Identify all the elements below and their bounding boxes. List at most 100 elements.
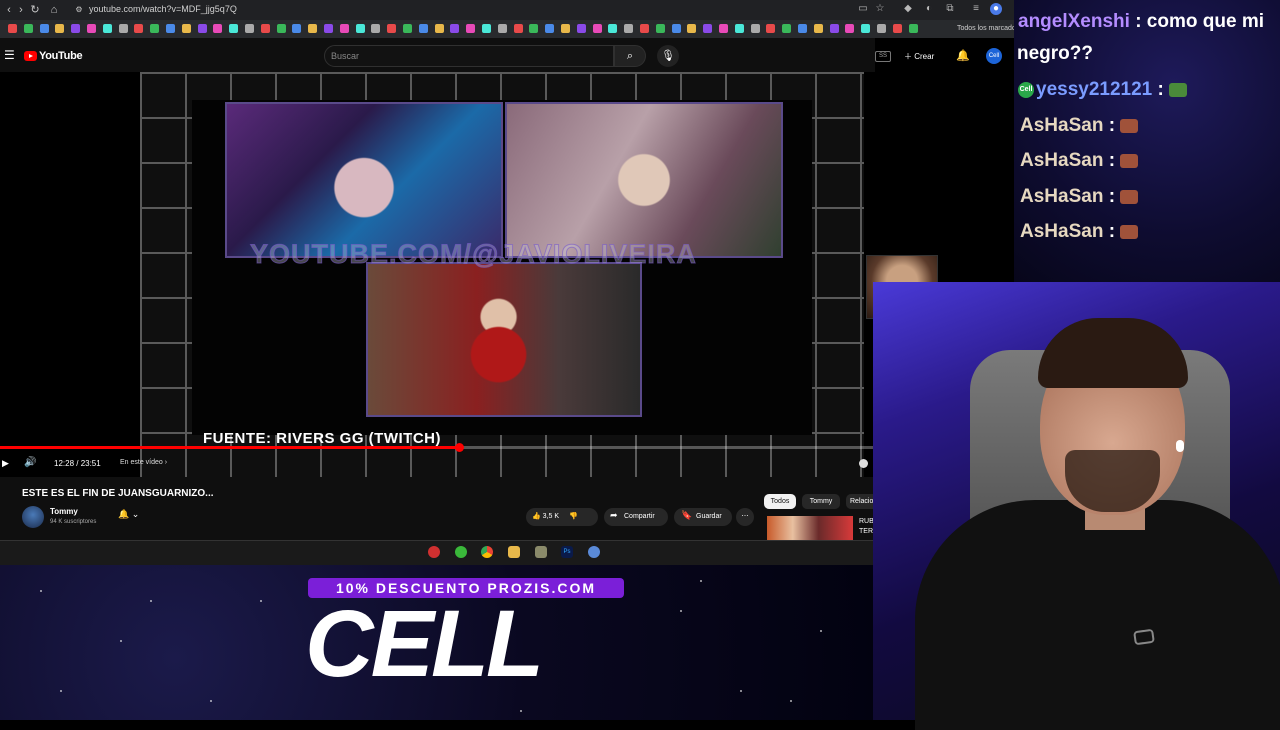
bookmark-favicon-icon[interactable] [908, 24, 918, 33]
bookmark-favicon-icon[interactable] [892, 24, 902, 33]
bookmark-favicon-icon[interactable] [213, 24, 223, 33]
extension-icon[interactable]: ◆ [902, 3, 914, 15]
taskbar-app-icon[interactable] [588, 546, 600, 558]
cast-icon[interactable]: SS [875, 51, 891, 62]
bookmark-favicon-icon[interactable] [229, 24, 239, 33]
folder-taskbar-icon[interactable] [508, 546, 520, 558]
bookmark-favicon-icon[interactable] [87, 24, 96, 33]
bookmark-favicon-icon[interactable] [750, 24, 760, 33]
bookmark-favicon-icon[interactable] [482, 24, 491, 33]
bookmark-favicon-icon[interactable] [339, 24, 349, 33]
progress-bar[interactable] [0, 443, 875, 452]
bookmark-favicon-icon[interactable] [371, 24, 381, 33]
thumbs-up-icon[interactable]: 👍 [532, 513, 541, 520]
bookmark-favicon-icon[interactable] [418, 24, 428, 33]
bookmark-favicon-icon[interactable] [608, 24, 618, 33]
bookmark-favicon-icon[interactable] [276, 24, 286, 33]
bookmark-favicon-icon[interactable] [450, 24, 460, 33]
site-info-icon[interactable]: ⚙ [72, 3, 86, 17]
chip-related[interactable]: Relacio [846, 494, 874, 509]
bookmark-favicon-icon[interactable] [655, 24, 665, 33]
thumbs-down-icon[interactable]: 👎 [569, 513, 578, 520]
bookmark-favicon-icon[interactable] [592, 24, 602, 33]
bookmark-favicon-icon[interactable] [545, 24, 555, 33]
bookmark-favicon-icon[interactable] [8, 24, 17, 33]
bookmark-favicon-icon[interactable] [181, 24, 191, 33]
profile-icon[interactable]: ● [990, 3, 1002, 15]
bookmark-favicon-icon[interactable] [813, 24, 823, 33]
user-avatar[interactable]: Cell [986, 48, 1002, 64]
bookmark-favicon-icon[interactable] [292, 24, 302, 33]
bookmark-favicon-icon[interactable] [719, 24, 728, 33]
bookmark-favicon-icon[interactable] [466, 24, 476, 33]
bookmark-favicon-icon[interactable] [529, 24, 539, 33]
bookmark-favicon-icon[interactable] [829, 24, 839, 33]
voice-search-button[interactable]: 🎙 [657, 45, 679, 67]
bookmark-favicon-icon[interactable] [782, 24, 792, 33]
bookmark-favicon-icon[interactable] [513, 24, 523, 33]
extensions-puzzle-icon[interactable]: ⧉ [944, 3, 956, 15]
chip-all[interactable]: Todos [764, 494, 796, 509]
reload-icon[interactable]: ↻ [28, 3, 42, 17]
bookmark-favicon-icon[interactable] [134, 24, 144, 33]
create-button[interactable]: ＋ Crear [904, 51, 934, 62]
bookmark-favicon-icon[interactable] [497, 24, 507, 33]
bookmark-favicon-icon[interactable] [703, 24, 713, 33]
bookmark-favicon-icon[interactable] [877, 24, 886, 33]
bookmark-favicon-icon[interactable] [434, 24, 444, 33]
search-input[interactable] [324, 45, 614, 67]
bookmark-favicon-icon[interactable] [150, 24, 160, 33]
menu-list-icon[interactable]: ≡ [970, 3, 982, 15]
progress-scrubber[interactable] [454, 443, 464, 452]
bookmark-favicon-icon[interactable] [118, 24, 128, 33]
hamburger-menu-icon[interactable]: ☰ [4, 48, 15, 62]
bookmark-favicon-icon[interactable] [624, 24, 634, 33]
bookmark-favicon-icon[interactable] [308, 24, 318, 33]
more-actions-button[interactable]: ⋯ [736, 508, 754, 526]
chapter-button[interactable]: En este vídeo › [120, 459, 167, 466]
bookmark-favicon-icon[interactable] [39, 24, 49, 33]
recommendation-title[interactable]: RUB TER [859, 517, 874, 537]
volume-icon[interactable]: 🔊 [24, 457, 36, 468]
play-icon[interactable]: ▶ [2, 458, 9, 469]
search-button[interactable]: ⌕ [614, 45, 646, 67]
taskbar-app-icon[interactable] [535, 546, 547, 558]
autoplay-toggle[interactable] [859, 459, 868, 468]
taskbar-app-icon[interactable] [455, 546, 467, 558]
extension-icon[interactable]: ◐ [923, 3, 935, 15]
bookmark-favicon-icon[interactable] [640, 24, 649, 33]
bookmark-favicon-icon[interactable] [766, 24, 776, 33]
bookmark-favicon-icon[interactable] [166, 24, 175, 33]
bookmark-favicon-icon[interactable] [197, 24, 207, 33]
channel-avatar[interactable] [22, 506, 44, 528]
taskbar-app-icon[interactable] [428, 546, 440, 558]
bookmark-favicon-icon[interactable] [671, 24, 681, 33]
youtube-logo-icon[interactable] [24, 51, 37, 61]
bookmark-favicon-icon[interactable] [734, 24, 744, 33]
bookmark-favicon-icon[interactable] [861, 24, 871, 33]
bookmark-favicon-icon[interactable] [845, 24, 855, 33]
forward-icon[interactable]: › [14, 3, 28, 17]
channel-name[interactable]: Tommy [50, 507, 78, 516]
bookmark-favicon-icon[interactable] [245, 24, 254, 33]
bookmark-favicon-icon[interactable] [260, 24, 270, 33]
chrome-taskbar-icon[interactable] [481, 546, 493, 558]
bookmark-favicon-icon[interactable] [324, 24, 333, 33]
bookmark-favicon-icon[interactable] [102, 24, 112, 33]
bookmark-favicon-icon[interactable] [355, 24, 365, 33]
chip-tommy[interactable]: Tommy [802, 494, 840, 509]
bookmark-star-icon[interactable]: ☆ [874, 3, 886, 15]
notifications-bell-icon[interactable]: 🔔 [956, 49, 970, 62]
bookmark-favicon-icon[interactable] [387, 24, 397, 33]
bookmark-favicon-icon[interactable] [403, 24, 412, 33]
recommendation-thumbnail[interactable] [767, 516, 853, 540]
bookmark-favicon-icon[interactable] [55, 24, 65, 33]
photoshop-taskbar-icon[interactable]: Ps [561, 546, 573, 558]
url-field[interactable]: youtube.com/watch?v=MDF_jjg5q7Q [89, 4, 237, 14]
bookmark-favicon-icon[interactable] [687, 24, 697, 33]
subscription-bell-button[interactable]: 🔔 ⌄ [118, 509, 139, 520]
screenshot-icon[interactable]: ▭ [857, 3, 869, 15]
bookmark-favicon-icon[interactable] [798, 24, 807, 33]
bookmark-favicon-icon[interactable] [23, 24, 33, 33]
bookmark-favicon-icon[interactable] [561, 24, 570, 33]
